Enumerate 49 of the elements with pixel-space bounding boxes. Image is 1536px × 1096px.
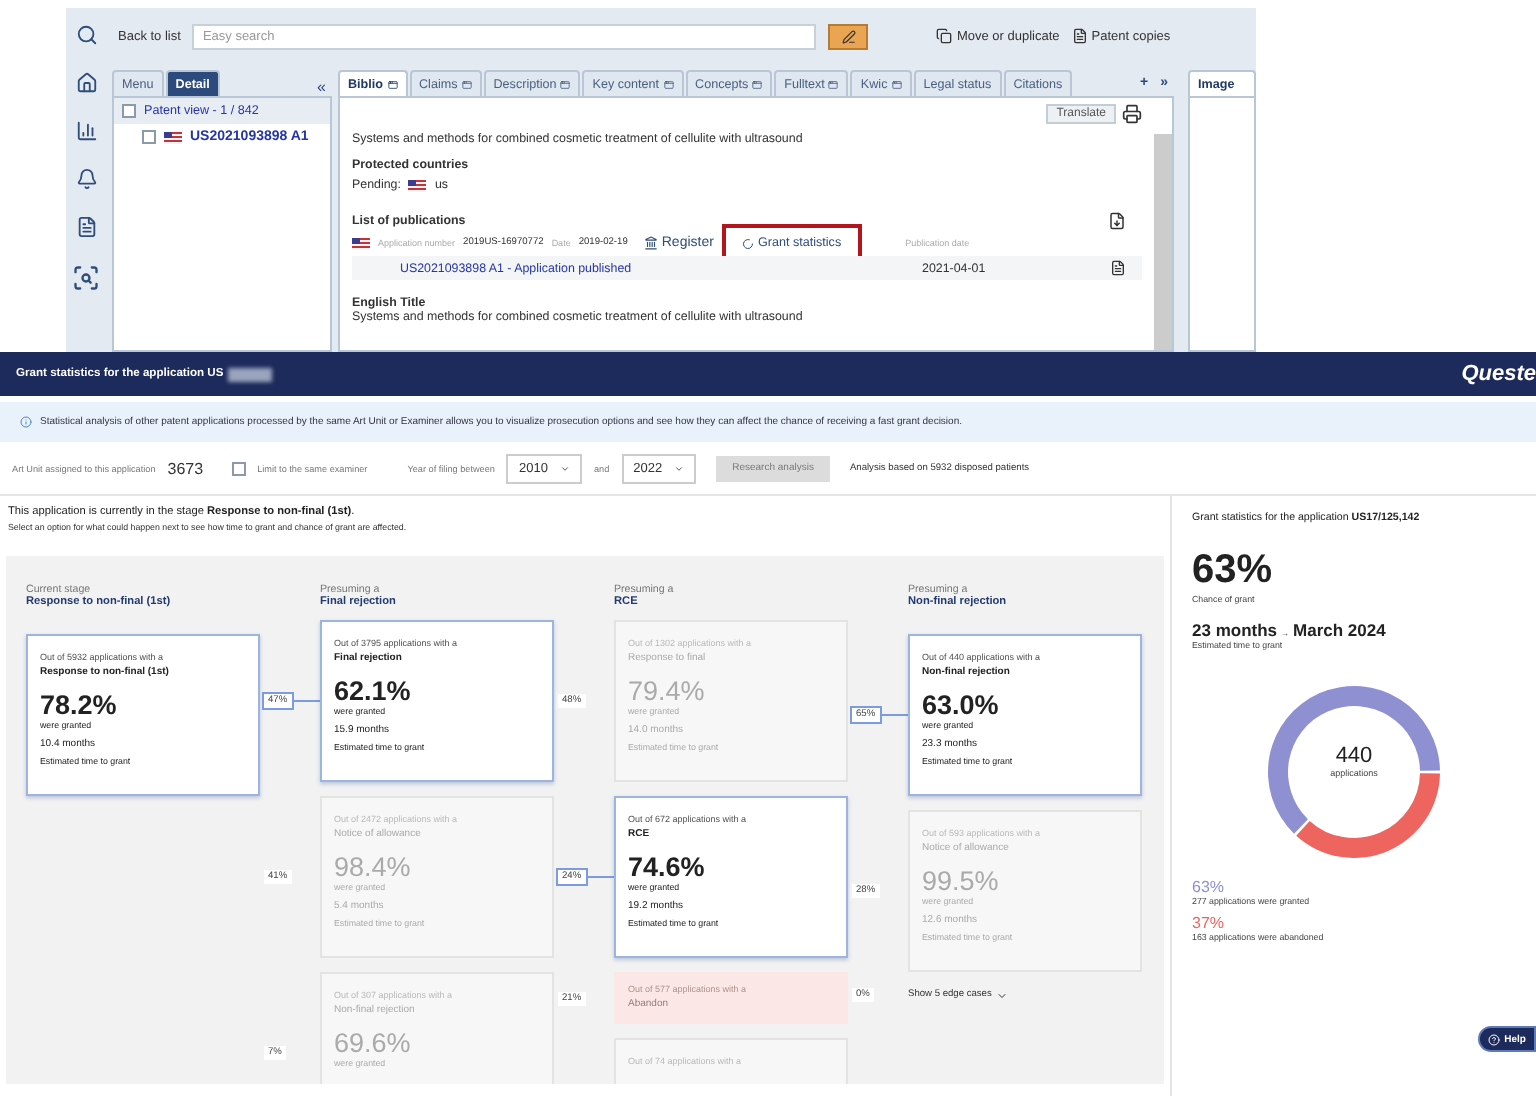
window-icon <box>828 79 839 89</box>
window-icon <box>387 79 397 89</box>
grant-percent: 78.2% <box>40 690 119 720</box>
art-unit-value: 3673 <box>167 459 204 477</box>
search-icon[interactable] <box>75 24 97 46</box>
bell-icon[interactable] <box>75 168 97 190</box>
grant-percent: 63.0% <box>922 690 1001 720</box>
document-icon <box>1071 28 1088 44</box>
chevron-down-icon <box>674 463 685 473</box>
window-icon <box>560 79 571 89</box>
flag-icon <box>164 131 182 143</box>
help-icon <box>1488 1033 1501 1045</box>
flag-icon <box>408 179 427 191</box>
logo: Queste <box>1461 362 1536 386</box>
window-icon <box>891 79 902 89</box>
legend-percent: 63% <box>1192 878 1227 896</box>
grant-percent: 79.4% <box>628 676 707 706</box>
chevron-down-icon <box>559 463 570 473</box>
checkbox[interactable] <box>122 104 136 118</box>
window-icon <box>461 79 472 89</box>
total-count: 440 <box>1335 744 1373 768</box>
grant-percent: 74.6% <box>628 852 707 882</box>
grant-percent: 62.1% <box>334 676 413 706</box>
document-icon[interactable] <box>75 216 97 238</box>
copy-icon <box>936 28 953 44</box>
printer-icon[interactable] <box>1122 104 1142 124</box>
collapse-button[interactable]: « <box>311 78 332 96</box>
house-icon[interactable] <box>75 72 97 94</box>
info-icon <box>20 416 32 428</box>
chevron-down-icon <box>995 989 1008 1001</box>
highlight-button[interactable] <box>828 23 869 49</box>
redacted-block <box>227 367 272 381</box>
legend-percent: 37% <box>1192 914 1227 932</box>
grant-percent: 98.4% <box>334 852 413 882</box>
document-icon[interactable] <box>1108 212 1126 230</box>
checkbox[interactable] <box>231 461 246 475</box>
bank-icon <box>643 236 658 250</box>
grant-percent: 69.6% <box>334 1028 413 1058</box>
grant-date: March 2024 <box>1293 620 1386 640</box>
spinner-icon <box>741 237 754 249</box>
window-icon <box>663 79 674 89</box>
bar-chart-icon[interactable] <box>75 120 97 142</box>
months-value: 23 months <box>1192 620 1278 640</box>
checkbox[interactable] <box>142 130 156 144</box>
chance-value: 63% <box>1192 548 1275 594</box>
flag-icon <box>352 237 370 249</box>
pen-icon <box>841 29 856 43</box>
window-icon <box>752 79 763 89</box>
grant-percent: 99.5% <box>922 866 1001 896</box>
